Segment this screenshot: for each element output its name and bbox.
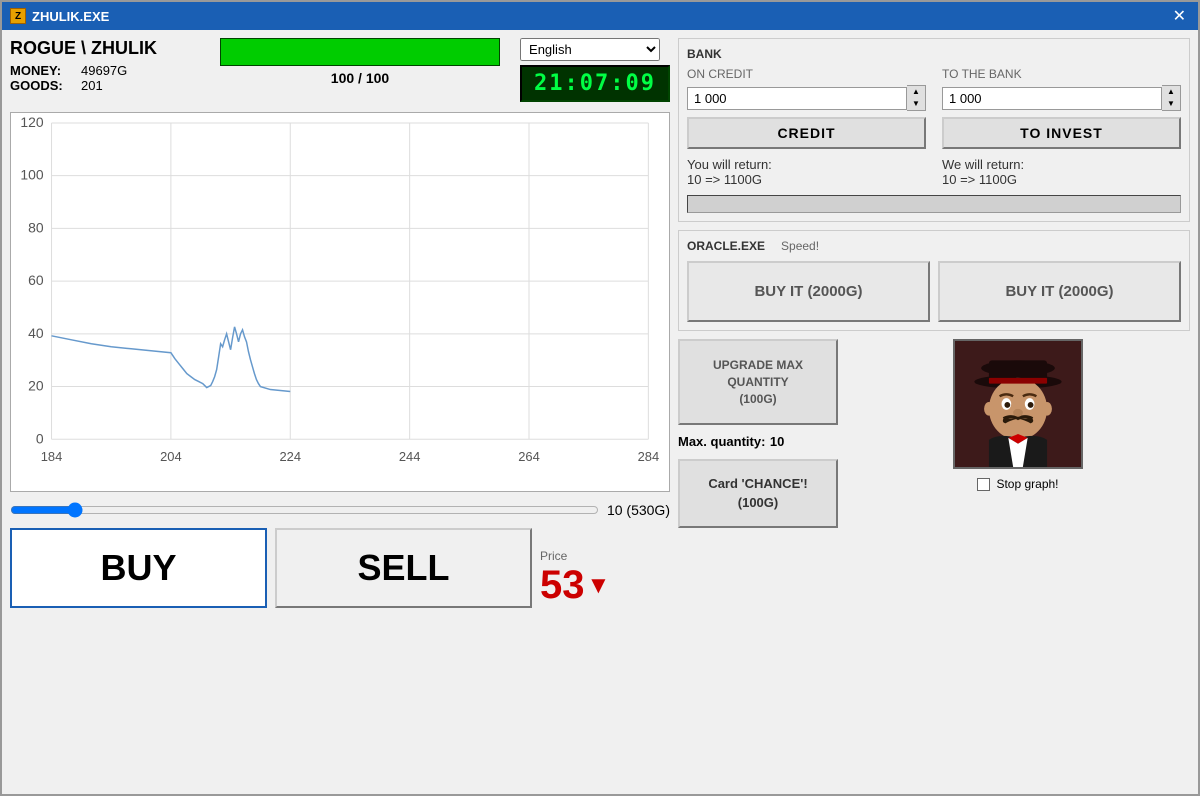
upgrade-col: UPGRADE MAXQUANTITY(100G) Max. quantity:… xyxy=(678,339,838,786)
player-info: ROGUE \ ZHULIK MONEY: 49697G GOODS: 201 xyxy=(10,38,210,93)
chart-wrapper: 120 100 80 60 40 20 0 184 204 224 244 26… xyxy=(10,112,670,492)
on-credit-spin: ▲ ▼ xyxy=(907,85,926,111)
stop-graph-checkbox[interactable] xyxy=(977,478,990,491)
goods-value: 201 xyxy=(81,78,103,93)
price-chart: 120 100 80 60 40 20 0 184 204 224 244 26… xyxy=(10,112,670,492)
invest-button[interactable]: TO INVEST xyxy=(942,117,1181,149)
lang-section: English Russian 21:07:09 xyxy=(520,38,670,102)
max-qty-display: Max. quantity: 10 xyxy=(678,433,838,451)
svg-text:20: 20 xyxy=(28,378,44,394)
chance-button[interactable]: Card 'CHANCE'!(100G) xyxy=(678,459,838,527)
quantity-slider[interactable] xyxy=(10,502,599,518)
sell-button[interactable]: SELL xyxy=(275,528,532,608)
bank-columns: ON CREDIT ▲ ▼ CREDIT You will return: 10… xyxy=(687,67,1181,187)
right-panel: BANK ON CREDIT ▲ ▼ CREDIT You xyxy=(678,38,1190,786)
max-qty-label: Max. quantity: xyxy=(678,434,765,449)
to-bank-spin: ▲ ▼ xyxy=(1162,85,1181,111)
price-arrow: ▼ xyxy=(587,572,611,600)
upgrade-button[interactable]: UPGRADE MAXQUANTITY(100G) xyxy=(678,339,838,425)
bottom-right: UPGRADE MAXQUANTITY(100G) Max. quantity:… xyxy=(678,339,1190,786)
to-bank-input-row: ▲ ▼ xyxy=(942,85,1181,111)
you-will-return-value: 10 => 1100G xyxy=(687,172,926,187)
svg-text:0: 0 xyxy=(36,430,44,446)
goods-label: GOODS: xyxy=(10,78,65,93)
title-bar-left: Z ZHULIK.EXE xyxy=(10,8,109,24)
on-credit-input[interactable] xyxy=(687,87,907,110)
to-bank-col: TO THE BANK ▲ ▼ TO INVEST We will return… xyxy=(942,67,1181,187)
oracle-section: ORACLE.EXE Speed! BUY IT (2000G) BUY IT … xyxy=(678,230,1190,331)
price-value: 53 ▼ xyxy=(540,563,610,608)
to-bank-input[interactable] xyxy=(942,87,1162,110)
svg-text:184: 184 xyxy=(41,449,63,464)
to-bank-down[interactable]: ▼ xyxy=(1162,98,1180,110)
oracle-buy-btn-1[interactable]: BUY IT (2000G) xyxy=(687,261,930,322)
svg-text:224: 224 xyxy=(279,449,301,464)
buy-button[interactable]: BUY xyxy=(10,528,267,608)
health-text: 100 / 100 xyxy=(220,70,500,86)
close-button[interactable]: ✕ xyxy=(1169,6,1190,26)
player-stats: MONEY: 49697G GOODS: 201 xyxy=(10,63,210,93)
quantity-label: 10 (530G) xyxy=(607,502,670,518)
timer-display: 21:07:09 xyxy=(520,65,670,102)
merchant-col: Stop graph! xyxy=(846,339,1190,786)
credit-button[interactable]: CREDIT xyxy=(687,117,926,149)
on-credit-up[interactable]: ▲ xyxy=(907,86,925,98)
bank-section: BANK ON CREDIT ▲ ▼ CREDIT You xyxy=(678,38,1190,222)
info-row: ROGUE \ ZHULIK MONEY: 49697G GOODS: 201 xyxy=(10,38,670,102)
buy-sell-row: BUY SELL Price 53 ▼ xyxy=(10,528,670,608)
title-bar: Z ZHULIK.EXE ✕ xyxy=(2,2,1198,30)
language-select[interactable]: English Russian xyxy=(520,38,660,61)
oracle-buy-btn-2[interactable]: BUY IT (2000G) xyxy=(938,261,1181,322)
health-bar-container xyxy=(220,38,500,66)
oracle-buttons: BUY IT (2000G) BUY IT (2000G) xyxy=(687,261,1181,322)
window-title: ZHULIK.EXE xyxy=(32,9,109,24)
to-bank-up[interactable]: ▲ xyxy=(1162,86,1180,98)
oracle-header: ORACLE.EXE Speed! xyxy=(687,239,1181,253)
money-label: MONEY: xyxy=(10,63,65,78)
on-credit-input-row: ▲ ▼ xyxy=(687,85,926,111)
app-icon: Z xyxy=(10,8,26,24)
svg-text:204: 204 xyxy=(160,449,182,464)
svg-text:60: 60 xyxy=(28,272,44,288)
on-credit-label: ON CREDIT xyxy=(687,67,926,81)
price-label: Price xyxy=(540,549,567,563)
svg-text:244: 244 xyxy=(399,449,421,464)
main-window: Z ZHULIK.EXE ✕ ROGUE \ ZHULIK MONEY: 496… xyxy=(0,0,1200,796)
price-box: Price 53 ▼ xyxy=(540,528,670,608)
max-qty-value: 10 xyxy=(770,434,784,449)
merchant-portrait xyxy=(953,339,1083,469)
you-will-return-label: You will return: xyxy=(687,157,926,172)
on-credit-col: ON CREDIT ▲ ▼ CREDIT You will return: 10… xyxy=(687,67,926,187)
we-will-return-value: 10 => 1100G xyxy=(942,172,1181,187)
svg-text:120: 120 xyxy=(20,114,43,130)
to-bank-label: TO THE BANK xyxy=(942,67,1181,81)
stop-graph-row: Stop graph! xyxy=(977,477,1058,491)
health-bar xyxy=(221,39,499,65)
price-number: 53 xyxy=(540,563,585,608)
slider-row: 10 (530G) xyxy=(10,498,670,522)
left-panel: ROGUE \ ZHULIK MONEY: 49697G GOODS: 201 xyxy=(10,38,670,786)
svg-text:40: 40 xyxy=(28,325,44,341)
speed-label: Speed! xyxy=(781,239,819,253)
health-section: 100 / 100 xyxy=(220,38,510,86)
svg-text:100: 100 xyxy=(20,167,43,183)
svg-text:80: 80 xyxy=(28,219,44,235)
bank-progress-row xyxy=(687,195,1181,213)
merchant-svg xyxy=(955,339,1081,469)
svg-text:264: 264 xyxy=(518,449,540,464)
bank-progress-bar xyxy=(687,195,1181,213)
player-name: ROGUE \ ZHULIK xyxy=(10,38,210,59)
on-credit-down[interactable]: ▼ xyxy=(907,98,925,110)
svg-text:284: 284 xyxy=(638,449,660,464)
bank-title: BANK xyxy=(687,47,1181,61)
we-will-return-label: We will return: xyxy=(942,157,1181,172)
main-content: ROGUE \ ZHULIK MONEY: 49697G GOODS: 201 xyxy=(2,30,1198,794)
stop-graph-label: Stop graph! xyxy=(996,477,1058,491)
oracle-title: ORACLE.EXE xyxy=(687,239,765,253)
money-value: 49697G xyxy=(81,63,127,78)
